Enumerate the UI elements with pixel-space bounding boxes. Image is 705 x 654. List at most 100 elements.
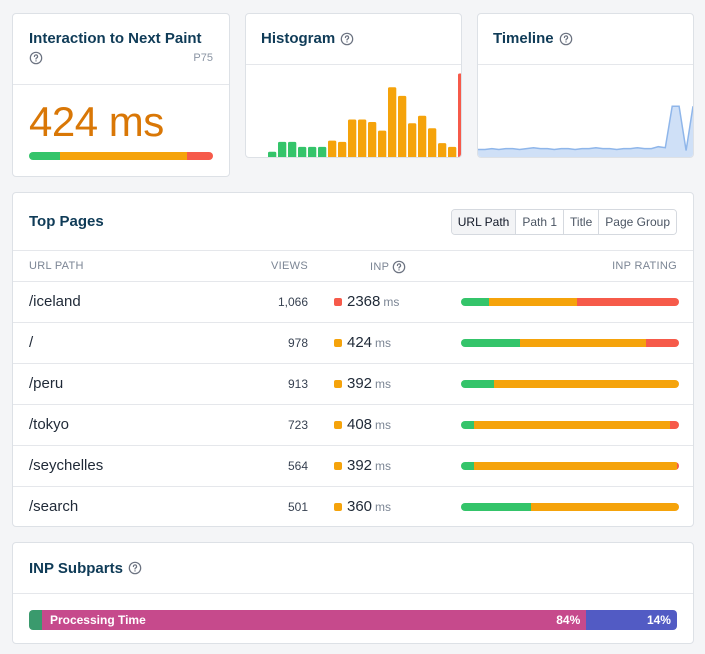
- inp-bar-poor-segment: [186, 152, 213, 160]
- row-views: 978: [287, 336, 308, 350]
- table-row[interactable]: /tokyo 723 408 ms: [13, 404, 693, 445]
- question-circle-icon[interactable]: [29, 51, 43, 65]
- rating-needs-improvement-segment: [474, 462, 677, 470]
- question-circle-icon[interactable]: [340, 32, 354, 46]
- inp-rating-bar: [29, 152, 213, 160]
- histogram-chart[interactable]: [246, 64, 461, 158]
- timeline-title: Timeline: [493, 30, 554, 47]
- histogram-bar[interactable]: [358, 119, 367, 158]
- histogram-bar[interactable]: [438, 143, 447, 158]
- row-url-path[interactable]: /tokyo: [29, 416, 69, 433]
- row-inp-number: 360: [347, 498, 373, 515]
- rating-needs-improvement-segment: [519, 339, 647, 347]
- histogram-bar[interactable]: [368, 121, 377, 158]
- inp-card: Interaction to Next Paint P75 424 ms: [12, 13, 230, 177]
- inp-bar-needs-improvement-segment: [59, 152, 187, 160]
- histogram-bar[interactable]: [378, 130, 387, 158]
- subparts-title: INP Subparts: [29, 559, 123, 577]
- histogram-bar[interactable]: [318, 146, 327, 158]
- timeline-line: [478, 105, 693, 151]
- tab-page-group[interactable]: Page Group: [598, 209, 676, 234]
- row-url-path[interactable]: /search: [29, 498, 78, 515]
- row-url-path[interactable]: /seychelles: [29, 457, 103, 474]
- row-inp-unit: ms: [375, 377, 392, 391]
- timeline-chart[interactable]: [478, 64, 693, 158]
- rating-good-segment: [461, 462, 475, 470]
- question-circle-icon[interactable]: [128, 561, 142, 575]
- histogram-bar[interactable]: [398, 95, 407, 158]
- row-inp-unit: ms: [383, 295, 400, 309]
- histogram-bar[interactable]: [408, 123, 417, 158]
- histogram-bar[interactable]: [298, 146, 307, 158]
- status-dot: [334, 421, 342, 429]
- row-url-path[interactable]: /peru: [29, 375, 63, 392]
- top-pages-card: Top Pages URL Path Path 1 Title Page Gro…: [12, 192, 694, 527]
- histogram-bar[interactable]: [428, 128, 437, 158]
- row-inp-unit: ms: [375, 336, 392, 350]
- status-dot: [334, 380, 342, 388]
- rating-needs-improvement-segment: [530, 503, 679, 511]
- histogram-bar[interactable]: [388, 87, 397, 158]
- subpart-segment[interactable]: Processing Time 84%: [41, 610, 587, 630]
- row-views: 564: [287, 459, 308, 473]
- tab-title[interactable]: Title: [563, 209, 599, 234]
- histogram-bar[interactable]: [328, 140, 337, 158]
- row-inp-value: 424 ms: [347, 334, 391, 351]
- table-row[interactable]: /peru 913 392 ms: [13, 363, 693, 404]
- column-header-inp-rating[interactable]: INP RATING: [612, 260, 677, 272]
- histogram-bar[interactable]: [268, 151, 277, 158]
- subpart-segment[interactable]: 14%: [586, 610, 677, 630]
- tab-path-1[interactable]: Path 1: [515, 209, 564, 234]
- rating-poor-segment: [670, 421, 679, 429]
- column-header-inp[interactable]: INP: [370, 260, 406, 274]
- row-url-path[interactable]: /: [29, 334, 33, 351]
- rating-good-segment: [461, 421, 475, 429]
- tab-url-path[interactable]: URL Path: [451, 209, 516, 234]
- status-dot: [334, 298, 342, 306]
- row-url-path[interactable]: /iceland: [29, 293, 81, 310]
- question-circle-icon[interactable]: [392, 260, 406, 274]
- percentile-label: P75: [193, 52, 213, 64]
- column-header-views[interactable]: VIEWS: [271, 260, 308, 272]
- table-row[interactable]: /seychelles 564 392 ms: [13, 445, 693, 486]
- row-inp-rating-bar: [461, 298, 679, 306]
- column-header-url-path[interactable]: URL PATH: [29, 260, 84, 272]
- histogram-bar[interactable]: [448, 146, 457, 158]
- question-circle-icon[interactable]: [559, 32, 573, 46]
- table-row[interactable]: /iceland 1,066 2368 ms: [13, 281, 693, 322]
- histogram-bar[interactable]: [308, 146, 317, 158]
- rating-needs-improvement-segment: [493, 380, 679, 388]
- histogram-bar[interactable]: [348, 119, 357, 158]
- histogram-card: Histogram: [245, 13, 462, 158]
- subpart-percent: 84%: [556, 613, 581, 627]
- inp-subparts-card: INP Subparts Processing Time 84% 14%: [12, 542, 694, 644]
- histogram-bar[interactable]: [418, 115, 427, 158]
- table-row[interactable]: / 978 424 ms: [13, 322, 693, 363]
- histogram-bar[interactable]: [288, 141, 297, 158]
- histogram-bar[interactable]: [338, 141, 347, 158]
- row-inp-number: 2368: [347, 293, 381, 310]
- status-dot: [334, 503, 342, 511]
- row-inp-unit: ms: [375, 459, 392, 473]
- rating-poor-segment: [646, 339, 679, 347]
- row-inp-rating-bar: [461, 503, 679, 511]
- rating-good-segment: [461, 503, 531, 511]
- rating-good-segment: [461, 339, 520, 347]
- timeline-area: [478, 106, 693, 157]
- column-header-inp-label: INP: [370, 261, 390, 273]
- rating-good-segment: [461, 380, 494, 388]
- row-inp-value: 408 ms: [347, 416, 391, 433]
- subparts-bar[interactable]: Processing Time 84% 14%: [29, 610, 677, 630]
- status-dot: [334, 462, 342, 470]
- table-row[interactable]: /search 501 360 ms: [13, 486, 693, 527]
- row-inp-number: 392: [347, 457, 373, 474]
- inp-card-title: Interaction to Next Paint: [29, 30, 202, 47]
- rating-needs-improvement-segment: [489, 298, 577, 306]
- row-inp-value: 360 ms: [347, 498, 391, 515]
- row-inp-rating-bar: [461, 380, 679, 388]
- subpart-segment[interactable]: [29, 610, 42, 630]
- row-inp-unit: ms: [375, 418, 392, 432]
- histogram-bar[interactable]: [458, 73, 461, 158]
- histogram-title: Histogram: [261, 30, 336, 47]
- histogram-bar[interactable]: [278, 141, 287, 158]
